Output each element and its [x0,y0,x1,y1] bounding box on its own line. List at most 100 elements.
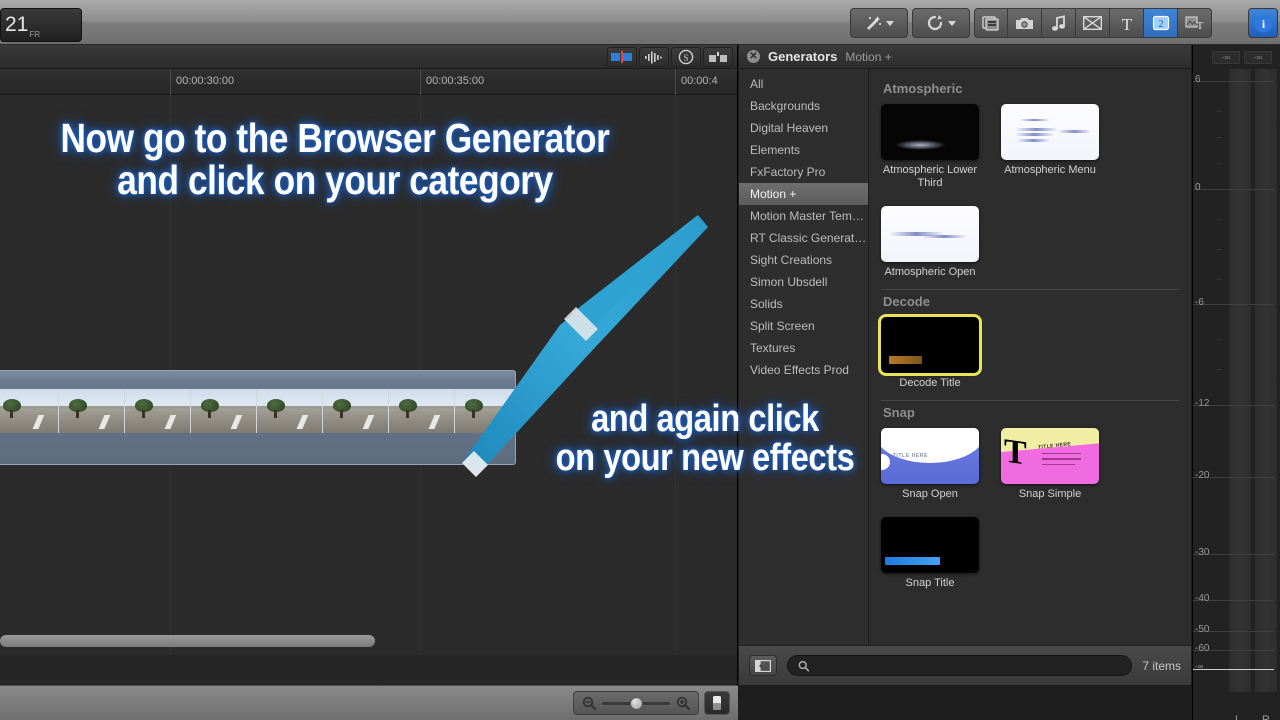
sidebar-item-elements[interactable]: Elements [739,139,868,161]
generator-tile-atmospheric-lower-third[interactable]: Atmospheric Lower Third [881,104,979,190]
meter-tick-label: 6 [1195,74,1201,85]
titles-browser-button[interactable] [1076,8,1110,38]
sidebar-item-fxfactory-pro[interactable]: FxFactory Pro [739,161,868,183]
generator-tile-snap-simple[interactable]: T TITLE HERE Snap Simple [1001,428,1099,501]
sidebar-item-video-effects-prod[interactable]: Video Effects Prod [739,359,868,381]
music-browser-button[interactable] [1042,8,1076,38]
retime-button[interactable] [912,8,970,38]
meter-scale-area: 6 0 -6 -12 -20 -30 -40 -50 -60 -∞ [1193,69,1280,692]
audio-skimming-icon [645,51,662,63]
timeline-bottom-bar [0,685,738,720]
browser-category-sidebar[interactable]: All Backgrounds Digital Heaven Elements … [739,69,869,645]
generator-tile-atmospheric-menu[interactable]: Atmospheric Menu [1001,104,1099,190]
ruler-tick: 00:00:35:00 [420,69,484,95]
close-x-icon[interactable]: ✕ [747,50,760,63]
media-browser-button[interactable] [974,8,1008,38]
svg-text:T: T [1197,20,1204,31]
svg-text:T: T [1121,15,1132,32]
photos-browser-button[interactable] [1008,8,1042,38]
overlay-top-line2: and click on your category [117,156,553,203]
solo-icon: S [678,49,694,65]
svg-text:2: 2 [1158,19,1163,30]
magnifier-minus-icon[interactable] [582,696,596,710]
timeline-filmstrip-clip[interactable] [0,370,516,465]
sidebar-item-solids[interactable]: Solids [739,293,868,315]
sidebar-item-backgrounds[interactable]: Backgrounds [739,95,868,117]
audio-meters-panel[interactable]: -∞ -∞ 6 0 -6 -12 -20 -30 -40 -50 -60 -∞ … [1192,45,1280,720]
effects-browser-button[interactable]: T [1178,8,1212,38]
tile-label: Atmospheric Menu [1004,164,1096,176]
meter-tick-label: -40 [1195,593,1210,604]
snapping-button[interactable] [703,47,733,67]
scrollbar-thumb[interactable] [0,635,375,647]
ruler-tick: 00:00:4 [675,69,718,95]
info-button[interactable]: i [1248,8,1278,38]
sidebar-item-simon-ubsdell[interactable]: Simon Ubsdell [739,271,868,293]
sidebar-item-digital-heaven[interactable]: Digital Heaven [739,117,868,139]
browser-search-field[interactable] [787,655,1133,676]
clip-appearance-button[interactable] [704,691,730,715]
sidebar-item-textures[interactable]: Textures [739,337,868,359]
timecode-unit: FR [29,30,41,39]
generator-tile-decode-title[interactable]: Decode Title [881,317,979,390]
browser-footer: 7 items [739,645,1191,685]
peak-indicators: -∞ -∞ [1193,45,1280,66]
filmstrip-frame [323,389,389,433]
zoom-slider-knob[interactable] [630,696,643,710]
tile-label: Snap Title [905,577,955,589]
snapping-icon [709,51,727,62]
solo-button[interactable]: S [671,47,701,67]
magnifier-plus-icon[interactable] [676,696,690,710]
thumbnail [881,206,979,262]
sidebar-item-all[interactable]: All [739,73,868,95]
channel-label-left: L [1235,714,1242,720]
toolbar-browser-group: T 2 T [974,8,1212,38]
timeline-horizontal-scrollbar[interactable] [0,635,737,647]
generator-tile-atmospheric-open[interactable]: Atmospheric Open [881,206,979,279]
generator-tile-snap-title[interactable]: Snap Title [881,517,979,590]
toolbar-retime-group [912,8,970,38]
sidebar-item-rt-classic[interactable]: RT Classic Generat… [739,227,868,249]
toolbar-info-group: i [1248,8,1278,38]
sidebar-item-split-screen[interactable]: Split Screen [739,315,868,337]
music-note-icon [1051,14,1065,31]
thumbnail [881,104,979,160]
chevron-down-icon [948,20,956,26]
generators-browser-button[interactable]: 2 [1144,8,1178,38]
group-tiles-decode: Decode Title [881,317,1191,390]
text-T-icon: T [1121,15,1132,32]
clip-skimming-icon [611,51,632,63]
timecode-display[interactable]: 21 FR [0,8,82,42]
search-input[interactable] [815,659,1122,672]
magic-wand-icon [866,15,881,30]
text-tool-button[interactable]: T [1110,8,1144,38]
zoom-slider-track[interactable] [602,696,670,710]
media-browser-icon [982,16,999,31]
clip-filmstrip [0,389,515,433]
magic-wand-button[interactable] [850,8,908,38]
meter-tick-label: -12 [1195,398,1210,409]
generator-tile-snap-open[interactable]: TITLE HERE Snap Open [881,428,979,501]
clip-skimming-button[interactable] [607,47,637,67]
sidebar-item-sight-creations[interactable]: Sight Creations [739,249,868,271]
browser-title: Generators [768,49,838,64]
search-icon [798,660,810,672]
audio-skimming-button[interactable] [639,47,669,67]
sidebar-toggle-button[interactable] [749,655,777,676]
sidebar-toggle-icon [755,659,771,672]
filmstrip-frame [125,389,191,433]
overlay-top-line1: Now go to the Browser Generator [60,115,610,161]
info-circle-icon: i [1254,14,1272,32]
group-title-atmospheric: Atmospheric [883,81,963,96]
overlay-bottom-line2: on your new effects [555,436,855,479]
group-tiles-atmospheric: Atmospheric Lower Third Atmospheric Menu [881,104,1191,279]
timeline-ruler[interactable]: 00:00:30:00 00:00:35:00 00:00:4 [0,69,737,95]
browser-title-bar: ✕ Generators Motion + [739,45,1191,69]
tile-label: Snap Simple [1018,488,1082,500]
sidebar-item-motion-master[interactable]: Motion Master Tem… [739,205,868,227]
browser-thumbnail-grid[interactable]: Atmospheric Atmospheric Lower Third Atmo… [869,69,1191,645]
timeline-gridline [675,95,676,655]
titles-icon [1083,16,1102,30]
zoom-slider-group[interactable] [573,691,699,715]
sidebar-item-motion-plus[interactable]: Motion + [739,183,868,205]
